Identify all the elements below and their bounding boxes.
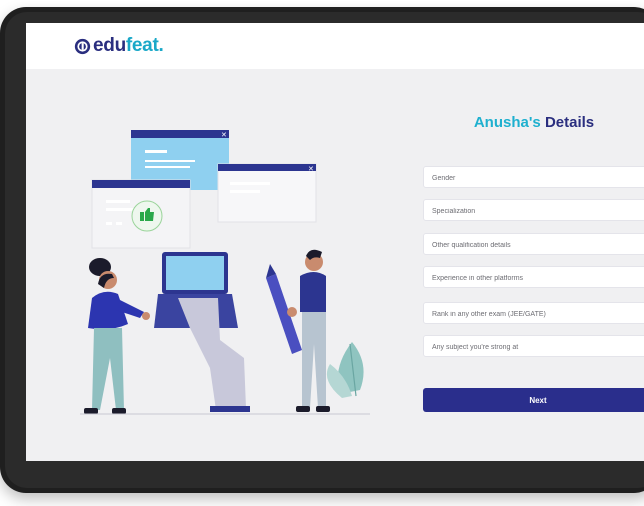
woman-figure: [84, 258, 150, 414]
next-button[interactable]: Next: [423, 388, 644, 412]
edufeat-logo[interactable]: edufeat.: [74, 35, 164, 57]
plant-icon: [326, 342, 364, 398]
rank-field[interactable]: [423, 302, 644, 325]
form-title: Anusha's Details: [424, 114, 644, 131]
window-card-left: [91, 179, 191, 249]
kiosk-device: [154, 252, 250, 412]
app-screen: edufeat. ✕ ✕ Anusha's Details Gender Spe…: [26, 23, 644, 461]
form-title-name: Anusha's: [473, 114, 541, 131]
specialization-field[interactable]: [423, 199, 644, 222]
gender-input[interactable]: [424, 168, 644, 189]
header: edufeat.: [26, 23, 644, 69]
logo-mark-icon: [74, 38, 91, 54]
window-card-right: ✕: [217, 163, 317, 223]
close-icon: ✕: [308, 166, 314, 173]
close-icon: ✕: [221, 132, 227, 139]
gender-field[interactable]: [423, 166, 644, 189]
experience-input[interactable]: [424, 268, 644, 289]
rank-input[interactable]: [424, 304, 644, 325]
strong-subject-input[interactable]: [424, 337, 644, 358]
experience-field[interactable]: [423, 266, 644, 289]
other-qualification-field[interactable]: [423, 233, 644, 256]
pencil-icon: [266, 264, 302, 354]
man-figure: [266, 249, 330, 412]
other-qualification-input[interactable]: [424, 235, 644, 256]
form-title-rest: Details: [544, 114, 595, 131]
logo-text: edufeat.: [93, 35, 164, 56]
illustration: ✕ ✕: [80, 130, 370, 415]
specialization-input[interactable]: [424, 201, 644, 222]
strong-subject-field[interactable]: [423, 335, 644, 358]
